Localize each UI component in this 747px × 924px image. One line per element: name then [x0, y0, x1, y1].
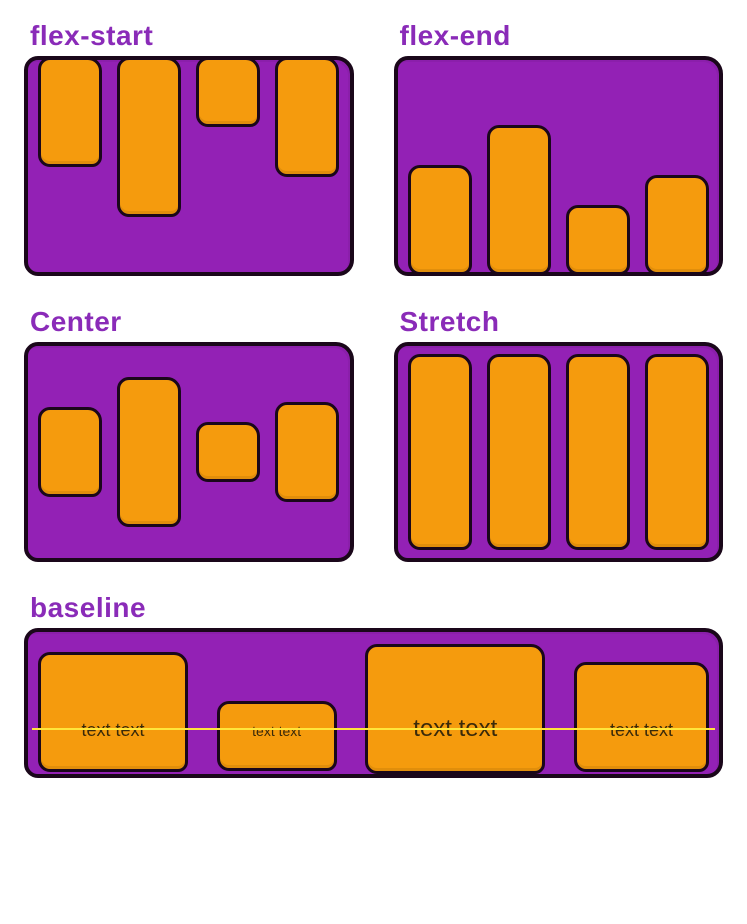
center-item-2 [117, 377, 181, 527]
flex-start-item-3 [196, 57, 260, 127]
baseline-item-3: text text [365, 644, 545, 774]
baseline-rule [32, 728, 715, 731]
panel-flex-end-container [394, 56, 724, 276]
stretch-item-3 [566, 354, 630, 550]
baseline-item-1-text: text text [81, 721, 144, 739]
baseline-item-2-text: text text [252, 724, 301, 738]
panel-flex-end: flex-end [394, 20, 724, 276]
stretch-item-4 [645, 354, 709, 550]
panel-baseline-container: text text text text text text text text [24, 628, 723, 778]
flex-end-item-2 [487, 125, 551, 275]
panel-stretch: Stretch [394, 306, 724, 562]
center-item-4 [275, 402, 339, 502]
baseline-item-2: text text [217, 701, 337, 771]
row-2: Center Stretch [24, 306, 723, 562]
baseline-item-1: text text [38, 652, 188, 772]
row-3: baseline text text text text text text t… [24, 592, 723, 778]
flex-end-item-4 [645, 175, 709, 275]
flex-start-item-1 [38, 57, 102, 167]
baseline-item-4: text text [574, 662, 709, 772]
panel-baseline: baseline text text text text text text t… [24, 592, 723, 778]
stretch-item-1 [408, 354, 472, 550]
stretch-item-2 [487, 354, 551, 550]
panel-flex-start-label: flex-start [30, 20, 354, 52]
panel-baseline-label: baseline [30, 592, 723, 624]
panel-center-label: Center [30, 306, 354, 338]
flex-start-item-4 [275, 57, 339, 177]
row-1: flex-start flex-end [24, 20, 723, 276]
panel-stretch-label: Stretch [400, 306, 724, 338]
baseline-item-4-text: text text [610, 721, 673, 739]
panel-flex-end-label: flex-end [400, 20, 724, 52]
flex-end-item-3 [566, 205, 630, 275]
flex-end-item-1 [408, 165, 472, 275]
panel-center: Center [24, 306, 354, 562]
panel-flex-start-container [24, 56, 354, 276]
center-item-3 [196, 422, 260, 482]
panel-flex-start: flex-start [24, 20, 354, 276]
panel-stretch-container [394, 342, 724, 562]
flex-start-item-2 [117, 57, 181, 217]
center-item-1 [38, 407, 102, 497]
panel-center-container [24, 342, 354, 562]
